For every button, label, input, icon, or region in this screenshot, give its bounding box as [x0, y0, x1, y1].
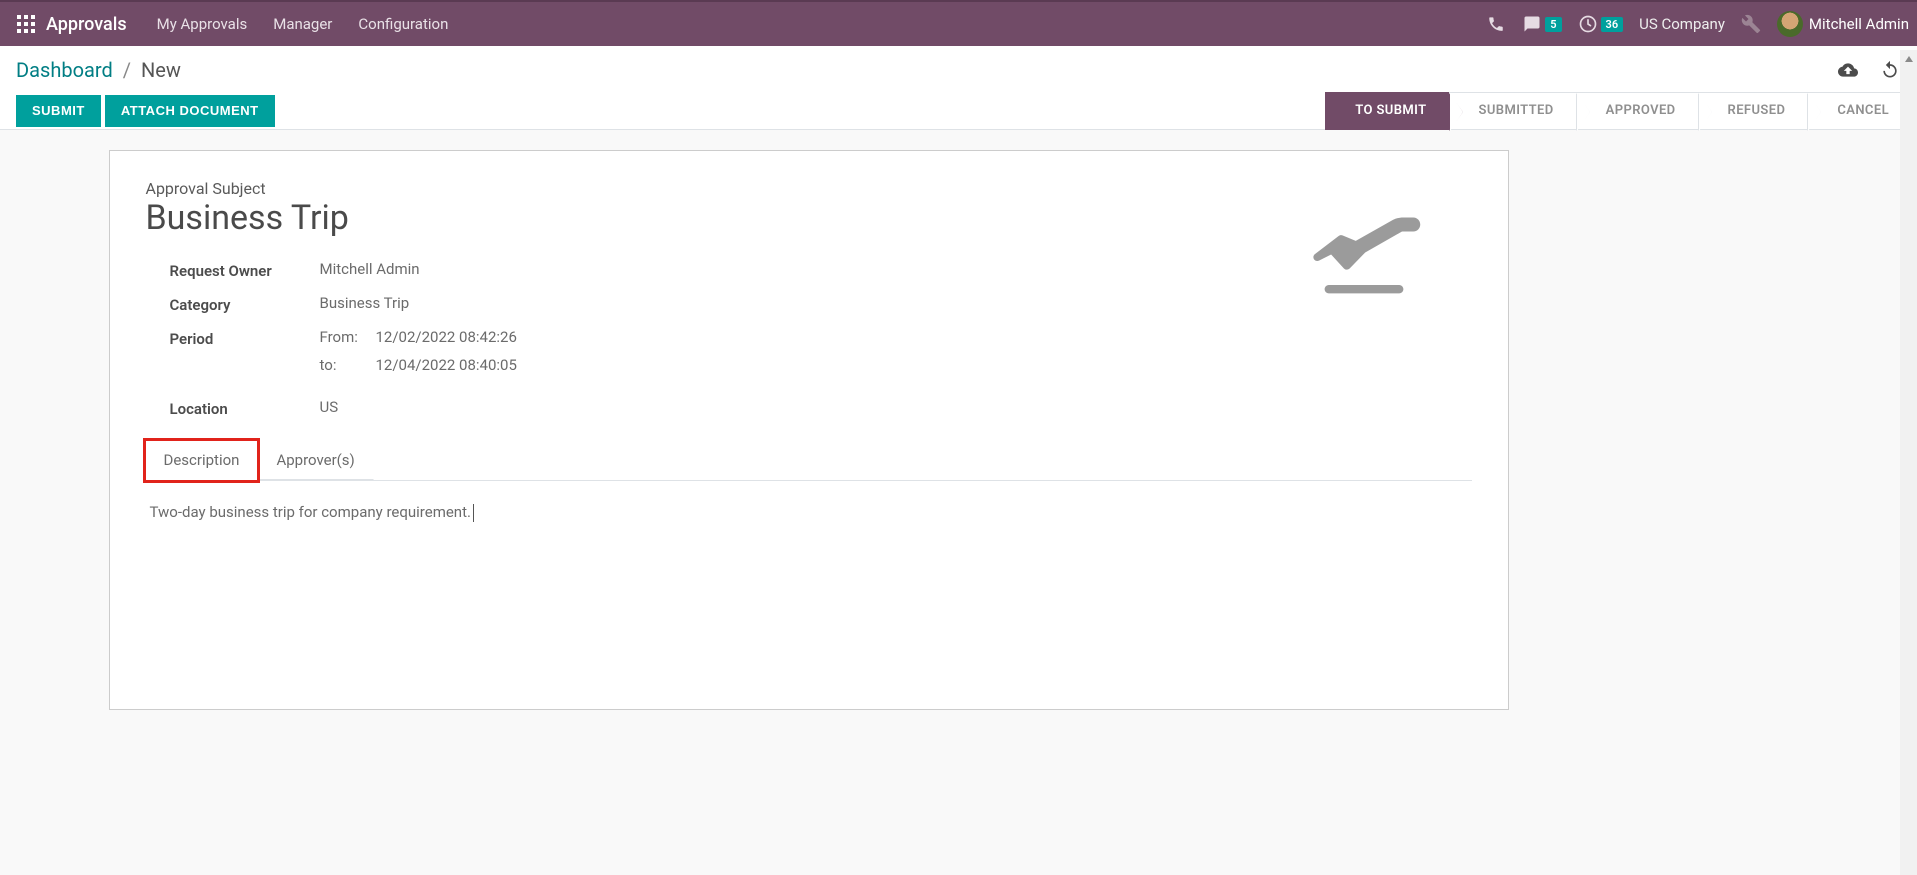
form-tabs: Description Approver(s) [145, 440, 1472, 481]
status-steps: TO SUBMIT SUBMITTED APPROVED REFUSED CAN… [1325, 92, 1917, 130]
breadcrumb-separator: / [123, 58, 131, 82]
value-period-from[interactable]: 12/02/2022 08:42:26 [376, 328, 517, 346]
label-location: Location [170, 398, 320, 418]
top-navbar: Approvals My Approvals Manager Configura… [0, 0, 1917, 46]
status-refused[interactable]: REFUSED [1698, 92, 1808, 130]
value-category[interactable]: Business Trip [320, 294, 410, 312]
content-area: Approval Subject Business Trip Request O… [0, 130, 1545, 710]
tab-description[interactable]: Description [145, 440, 259, 481]
activities-icon[interactable]: 36 [1578, 14, 1624, 34]
user-name: Mitchell Admin [1809, 15, 1909, 33]
status-submitted[interactable]: SUBMITTED [1449, 92, 1576, 130]
discard-icon[interactable] [1879, 60, 1901, 80]
nav-my-approvals[interactable]: My Approvals [157, 15, 248, 33]
row-request-owner: Request Owner Mitchell Admin [146, 260, 1472, 280]
debug-icon[interactable] [1741, 14, 1761, 34]
value-location[interactable]: US [320, 398, 339, 416]
scroll-up-icon[interactable] [1900, 50, 1917, 67]
row-period: Period From: 12/02/2022 08:42:26 to: 12/… [146, 328, 1472, 384]
row-category: Category Business Trip [146, 294, 1472, 314]
avatar [1777, 11, 1803, 37]
nav-configuration[interactable]: Configuration [358, 15, 448, 33]
status-bar: Submit Attach Document TO SUBMIT SUBMITT… [0, 92, 1917, 130]
value-request-owner[interactable]: Mitchell Admin [320, 260, 420, 278]
plane-departure-icon [1304, 209, 1424, 299]
tab-approvers[interactable]: Approver(s) [257, 440, 373, 480]
value-period-to[interactable]: 12/04/2022 08:40:05 [376, 356, 517, 374]
breadcrumb-current: New [141, 58, 181, 82]
status-to-submit[interactable]: TO SUBMIT [1325, 92, 1448, 130]
scrollbar[interactable] [1900, 50, 1917, 875]
app-title[interactable]: Approvals [46, 14, 127, 35]
breadcrumb-bar: Dashboard / New [0, 46, 1917, 92]
subject-value[interactable]: Business Trip [146, 198, 1472, 238]
activities-badge: 36 [1601, 17, 1624, 32]
description-text: Two-day business trip for company requir… [150, 503, 471, 521]
status-approved[interactable]: APPROVED [1576, 92, 1698, 130]
user-menu[interactable]: Mitchell Admin [1777, 11, 1909, 37]
row-location: Location US [146, 398, 1472, 418]
company-selector[interactable]: US Company [1639, 15, 1725, 33]
label-period-from: From: [320, 328, 376, 346]
label-period-to: to: [320, 356, 376, 374]
description-editor[interactable]: Two-day business trip for company requir… [146, 481, 1472, 544]
breadcrumb-dashboard[interactable]: Dashboard [16, 58, 113, 82]
messages-badge: 5 [1545, 17, 1561, 32]
text-cursor [473, 504, 474, 522]
messages-icon[interactable]: 5 [1522, 15, 1561, 33]
cloud-save-icon[interactable] [1837, 60, 1859, 80]
subject-label: Approval Subject [146, 179, 1472, 198]
submit-button[interactable]: Submit [16, 95, 101, 127]
voice-icon[interactable] [1486, 15, 1506, 33]
label-request-owner: Request Owner [170, 260, 320, 280]
attach-document-button[interactable]: Attach Document [105, 95, 275, 127]
label-category: Category [170, 294, 320, 314]
nav-manager[interactable]: Manager [273, 15, 332, 33]
label-period: Period [170, 328, 320, 348]
apps-launcher-icon[interactable] [14, 12, 38, 36]
form-sheet: Approval Subject Business Trip Request O… [109, 150, 1509, 710]
